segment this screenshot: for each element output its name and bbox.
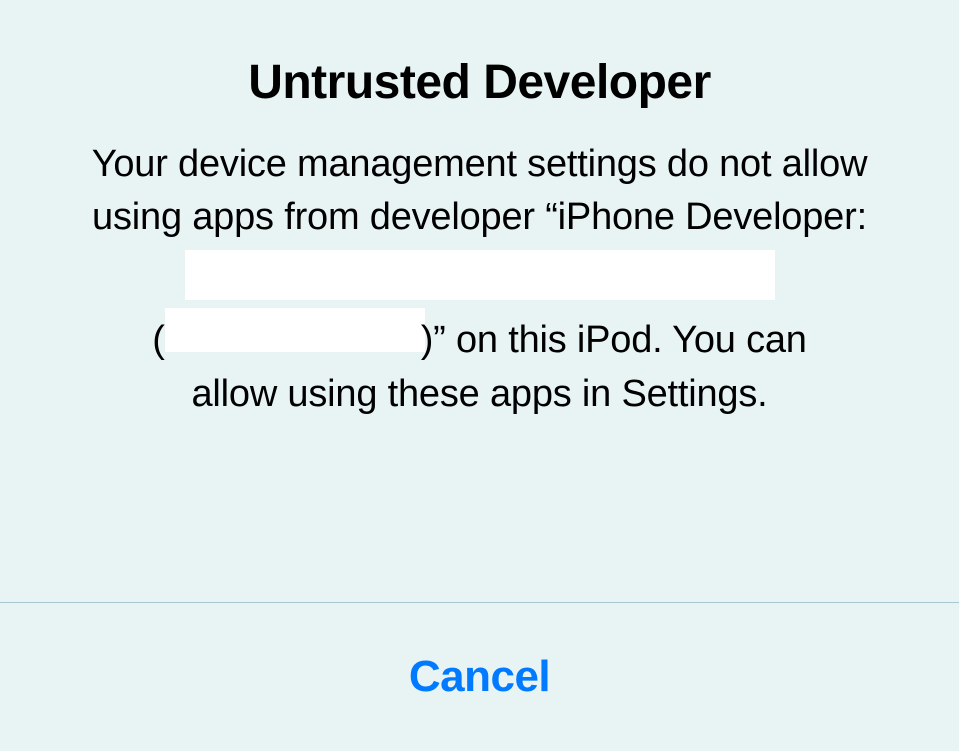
dialog-message: Your device management settings do not a…	[50, 138, 909, 421]
cancel-button[interactable]: Cancel	[409, 652, 550, 702]
untrusted-developer-dialog: Untrusted Developer Your device manageme…	[0, 0, 959, 751]
message-line-3-suffix: )” on this iPod. You can	[421, 314, 807, 367]
dialog-title: Untrusted Developer	[50, 55, 909, 110]
redacted-block	[185, 250, 775, 300]
dialog-content: Untrusted Developer Your device manageme…	[0, 0, 959, 602]
redacted-inline	[165, 308, 425, 352]
open-paren: (	[152, 314, 164, 367]
message-line-1: Your device management settings do not a…	[50, 138, 909, 244]
button-area: Cancel	[0, 603, 959, 751]
message-line-4: allow using these apps in Settings.	[50, 368, 909, 421]
message-line-3: ( )” on this iPod. You can	[50, 308, 909, 367]
